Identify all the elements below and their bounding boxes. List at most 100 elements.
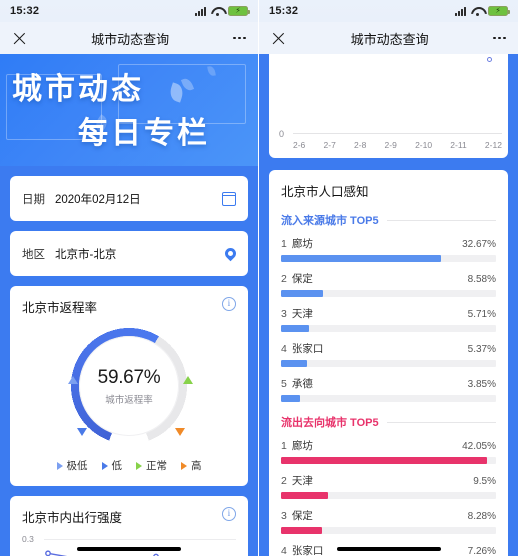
rank-percent: 42.05% (462, 441, 496, 452)
status-icons: ⚡ (455, 6, 510, 16)
legend-label: 极低 (66, 460, 88, 472)
screen-right: 15:32 ⚡ 城市动态查询 0 2-6 2-7 2-8 2-9 2-10 2-… (259, 0, 518, 556)
date-filter-row[interactable]: 日期 2020年02月12日 (22, 187, 237, 210)
more-options-icon[interactable] (493, 36, 506, 40)
rank-city: 4 张家口 (281, 343, 324, 355)
x-tick: 2-11 (450, 140, 467, 150)
rank-row: 3 天津 5.71% (281, 306, 496, 332)
page-scroll-area-left[interactable]: 城市动态 每日专栏 日期 2020年02月12日 地区 北京市-北京 北京市返程… (0, 54, 258, 556)
chart-data-point (45, 550, 51, 556)
rank-row: 3 保定 8.28% (281, 508, 496, 534)
page-scroll-area-right[interactable]: 0 2-6 2-7 2-8 2-9 2-10 2-11 2-12 北京市人口感知… (259, 54, 518, 556)
rank-row-head: 1 廊坊 32.67% (281, 236, 496, 251)
status-bar: 15:32 ⚡ (259, 0, 518, 22)
rank-city: 3 天津 (281, 308, 313, 320)
gauge-marker-high (175, 428, 185, 436)
legend-marker-icon (136, 461, 142, 470)
rank-row-head: 2 保定 8.58% (281, 271, 496, 286)
gauge-value: 59.67% (97, 366, 161, 388)
status-bar: 15:32 ⚡ (0, 0, 258, 22)
gauge-marker-low (77, 428, 87, 436)
inflow-section-header: 流入来源城市 TOP5 (281, 212, 496, 228)
return-rate-gauge: 59.67% 城市返程率 (22, 320, 236, 452)
rank-bar-track (281, 360, 496, 367)
banner-title-line2: 每日专栏 (78, 117, 210, 150)
y-axis-tick-label: 0.3 (22, 534, 34, 544)
x-tick: 2-9 (384, 140, 397, 150)
page-title: 城市动态查询 (91, 31, 170, 47)
travel-intensity-line (45, 550, 159, 556)
x-tick: 2-7 (323, 140, 336, 150)
outflow-section-header: 流出去向城市 TOP5 (281, 414, 496, 430)
legend-item: 正常 (136, 458, 167, 473)
battery-charging-icon: ⚡ (488, 6, 510, 16)
info-icon[interactable]: i (222, 507, 236, 521)
legend-label: 低 (111, 460, 123, 472)
gauge-sublabel: 城市返程率 (105, 394, 153, 406)
legend-label: 正常 (146, 460, 167, 472)
rank-bar-fill (281, 457, 488, 464)
rank-row-head: 5 承德 3.85% (281, 376, 496, 391)
date-filter-card[interactable]: 日期 2020年02月12日 (10, 176, 248, 221)
rank-city: 2 保定 (281, 273, 313, 285)
wifi-icon (211, 7, 223, 16)
section-divider (386, 421, 496, 423)
rank-city: 2 天津 (281, 475, 313, 487)
gauge-marker-normal (183, 376, 193, 384)
gauge-center: 59.67% 城市返程率 (79, 336, 179, 436)
rank-row-head: 1 廊坊 42.05% (281, 438, 496, 453)
rank-percent: 9.5% (473, 476, 496, 487)
more-options-icon[interactable] (233, 36, 246, 40)
gauge-legend: 极低 低 正常 高 (22, 452, 236, 475)
trend-chart-card: 0 2-6 2-7 2-8 2-9 2-10 2-11 2-12 (269, 54, 508, 158)
rank-bar-track (281, 290, 496, 297)
dual-screenshot-container: 15:32 ⚡ 城市动态查询 城市动态 每日专栏 日期 2020年02月12日 … (0, 0, 518, 556)
home-indicator (77, 547, 181, 551)
rank-percent: 8.58% (467, 274, 496, 285)
rank-bar-fill (281, 255, 442, 262)
y-axis-tick-label: 0 (279, 129, 285, 139)
hero-banner: 城市动态 每日专栏 (0, 54, 258, 166)
info-icon[interactable]: i (222, 297, 236, 311)
rank-bar-track (281, 255, 496, 262)
battery-charging-icon: ⚡ (228, 6, 250, 16)
gauge-ring: 59.67% 城市返程率 (67, 324, 193, 448)
status-time: 15:32 (10, 5, 40, 17)
rank-row: 4 张家口 5.37% (281, 341, 496, 367)
legend-item: 低 (101, 458, 123, 473)
rank-bar-track (281, 457, 496, 464)
legend-item: 极低 (56, 458, 88, 473)
inflow-ranking-list: 1 廊坊 32.67% 2 保定 8.58% 3 天津 5.71% 4 张家口 5.37% 5 承德 3.8… (281, 236, 496, 402)
rank-row-head: 3 天津 5.71% (281, 306, 496, 321)
outflow-ranking-list: 1廊坊42.05%2天津9.5%3保定8.28%4张家口7.26%5承德3.31… (281, 438, 496, 556)
calendar-icon[interactable] (221, 191, 237, 206)
x-tick: 2-8 (354, 140, 367, 150)
region-filter-row[interactable]: 地区 北京市-北京 (22, 242, 239, 265)
close-icon[interactable] (12, 31, 27, 46)
chart-x-tick-labels: 2-6 2-7 2-8 2-9 2-10 2-11 2-12 (293, 140, 502, 150)
close-icon[interactable] (271, 31, 286, 46)
rank-city: 3 保定 (281, 510, 313, 522)
rank-city: 4 张家口 (281, 545, 324, 556)
rank-city: 1 廊坊 (281, 238, 313, 250)
signal-bars-icon (455, 6, 466, 16)
rank-percent: 8.28% (467, 511, 496, 522)
legend-marker-icon (56, 461, 63, 470)
rank-row-head: 4 张家口 5.37% (281, 341, 496, 356)
legend-item: 高 (181, 458, 202, 473)
inflow-heading: 流入来源城市 TOP5 (281, 215, 379, 227)
gauge-marker-very-low (68, 376, 78, 384)
region-filter-card[interactable]: 地区 北京市-北京 (10, 231, 248, 276)
rank-bar-fill (281, 527, 322, 534)
banner-title-line1: 城市动态 (12, 73, 144, 106)
rank-row-head: 2 天津 9.5% (281, 473, 496, 488)
population-card: 北京市人口感知 流入来源城市 TOP5 1 廊坊 32.67% 2 保定 8.58% 3 天津… (269, 170, 508, 556)
rank-row: 1 廊坊 32.67% (281, 236, 496, 262)
location-pin-icon[interactable] (222, 245, 239, 262)
date-label: 日期 (22, 193, 45, 206)
signal-bars-icon (195, 6, 206, 16)
rank-bar-track (281, 395, 496, 402)
x-tick: 2-12 (484, 140, 502, 150)
date-value: 2020年02月12日 (55, 193, 141, 206)
rank-bar-track (281, 527, 496, 534)
